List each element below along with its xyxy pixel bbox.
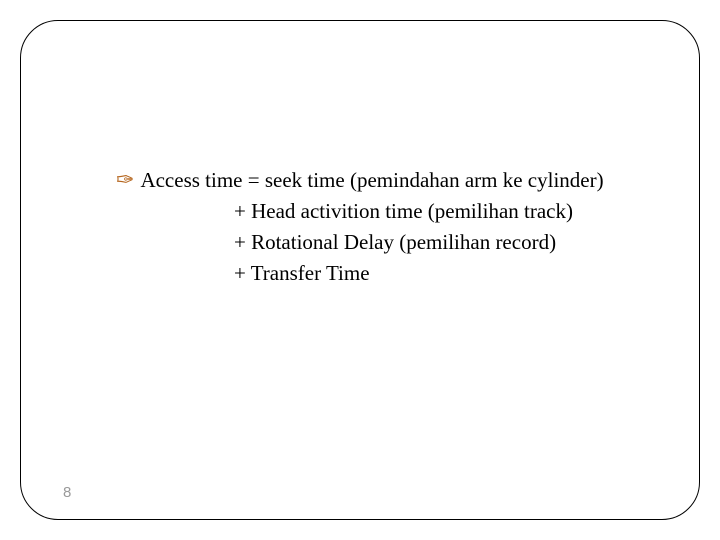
text-line-4: + Transfer Time — [234, 259, 659, 287]
text-line-2: + Head activition time (pemilihan track) — [234, 197, 659, 225]
slide-content: ✑ Access time = seek time (pemindahan ar… — [116, 166, 659, 290]
slide-frame: ✑ Access time = seek time (pemindahan ar… — [20, 20, 700, 520]
bullet-line-1: ✑ Access time = seek time (pemindahan ar… — [116, 166, 659, 194]
text-line-1: Access time = seek time (pemindahan arm … — [140, 166, 603, 194]
text-line-3: + Rotational Delay (pemilihan record) — [234, 228, 659, 256]
bullet-icon: ✑ — [116, 166, 134, 194]
page-number: 8 — [63, 484, 71, 501]
